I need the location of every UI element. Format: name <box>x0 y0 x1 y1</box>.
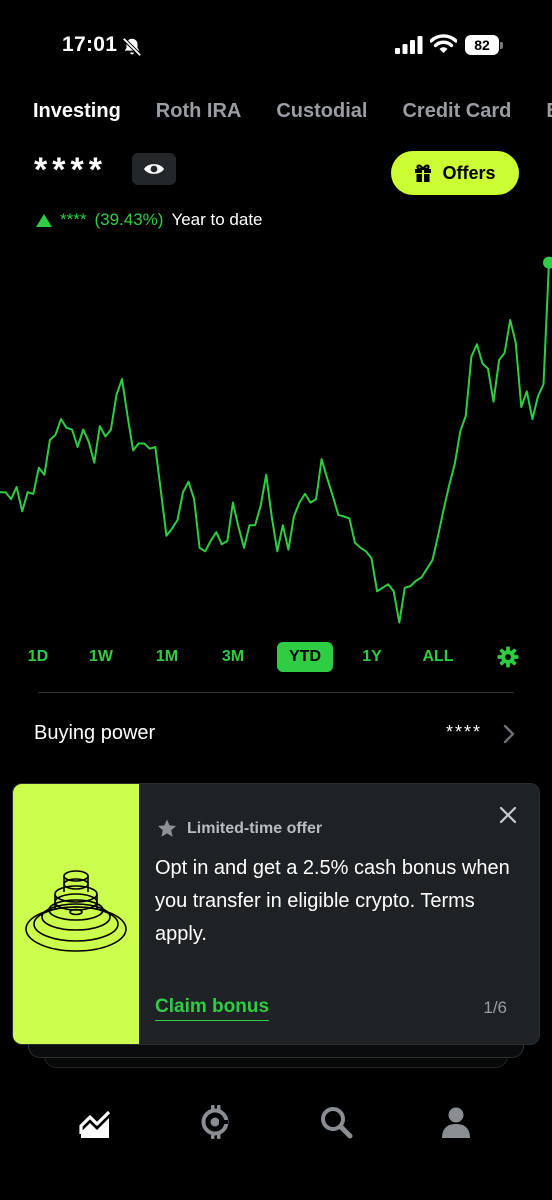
change-period: Year to date <box>171 210 263 229</box>
offer-badge-label: Limited-time offer <box>187 819 323 837</box>
crypto-icon[interactable] <box>197 1104 233 1140</box>
account-tabs: Investing Roth IRA Custodial Credit Card… <box>33 100 552 130</box>
portfolio-change: **** (39.43%) Year to date <box>36 210 263 230</box>
change-percent: (39.43%) <box>94 210 164 229</box>
battery-level: 82 <box>465 35 499 55</box>
offer-badge: Limited-time offer <box>157 819 322 838</box>
range-1m[interactable]: 1M <box>149 642 185 672</box>
range-3m[interactable]: 3M <box>215 642 251 672</box>
wifi-icon <box>430 34 457 53</box>
investing-chart-icon[interactable] <box>77 1104 113 1140</box>
buying-power-value: **** <box>446 722 483 742</box>
chart-current-point <box>543 256 552 269</box>
offers-button[interactable]: Offers <box>391 151 519 195</box>
tab-banking[interactable]: Ba <box>546 100 552 130</box>
range-1y[interactable]: 1Y <box>354 642 390 672</box>
divider <box>38 692 514 693</box>
change-amount: **** <box>60 210 87 229</box>
status-bar: 17:01 82 <box>0 30 552 62</box>
bottom-nav <box>0 1098 552 1154</box>
buying-power-label: Buying power <box>34 722 156 744</box>
gift-icon <box>415 164 432 182</box>
range-selector: 1D 1W 1M 3M YTD 1Y ALL <box>0 642 552 674</box>
tab-roth-ira[interactable]: Roth IRA <box>156 100 242 130</box>
claim-bonus-link[interactable]: Claim bonus <box>155 996 270 1021</box>
gear-icon[interactable] <box>497 646 519 668</box>
offers-label: Offers <box>442 162 496 183</box>
star-icon <box>158 819 176 837</box>
battery-indicator: 82 <box>465 35 503 55</box>
trend-up-icon <box>36 213 52 227</box>
battery-nub <box>500 42 503 49</box>
signal-icon <box>395 36 423 54</box>
tab-investing[interactable]: Investing <box>33 100 121 130</box>
tab-custodial[interactable]: Custodial <box>276 100 367 130</box>
coin-stack-icon <box>25 870 127 952</box>
bell-muted-icon <box>122 37 142 57</box>
range-1w[interactable]: 1W <box>83 642 119 672</box>
eye-icon <box>144 164 164 174</box>
portfolio-chart[interactable] <box>0 240 552 640</box>
tab-credit-card[interactable]: Credit Card <box>402 100 511 130</box>
search-icon[interactable] <box>318 1104 354 1140</box>
close-icon[interactable] <box>497 804 519 826</box>
offer-description: Opt in and get a 2.5% cash bonus when yo… <box>155 857 510 945</box>
offer-pager: 1/6 <box>483 998 507 1017</box>
account-icon[interactable] <box>438 1104 474 1140</box>
offer-content: Limited-time offer Opt in and get a 2.5%… <box>155 784 539 1044</box>
chevron-right-icon <box>503 724 515 744</box>
range-ytd[interactable]: YTD <box>277 642 333 672</box>
range-1d[interactable]: 1D <box>20 642 56 672</box>
offer-illustration <box>13 784 139 1044</box>
buying-power-row[interactable]: Buying power **** <box>34 718 518 750</box>
chart-series-line <box>0 262 550 624</box>
portfolio-balance: **** <box>34 151 107 189</box>
toggle-visibility-button[interactable] <box>132 153 176 185</box>
range-all[interactable]: ALL <box>418 642 458 672</box>
status-time: 17:01 <box>62 33 118 56</box>
offer-card[interactable]: Limited-time offer Opt in and get a 2.5%… <box>12 783 540 1045</box>
